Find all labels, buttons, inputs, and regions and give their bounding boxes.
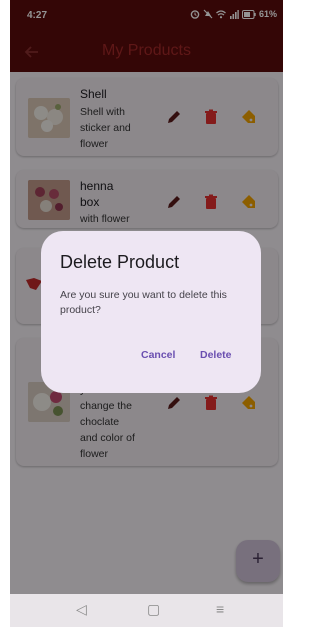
delete-dialog: Delete Product Are you sure you want to … [41,231,261,393]
nav-menu-icon[interactable]: ≡ [216,601,224,617]
dialog-message: Are you sure you want to delete this pro… [60,289,227,316]
phone-screen: 4:27 61% My Products Shell Shell with st… [10,0,283,627]
system-nav-bar: ◁ ▢ ≡ [10,594,283,627]
cancel-button[interactable]: Cancel [141,349,175,361]
dialog-title: Delete Product [60,252,180,272]
nav-back-icon[interactable]: ◁ [76,601,87,618]
delete-button[interactable]: Delete [200,349,232,361]
nav-home-icon[interactable]: ▢ [147,601,160,618]
